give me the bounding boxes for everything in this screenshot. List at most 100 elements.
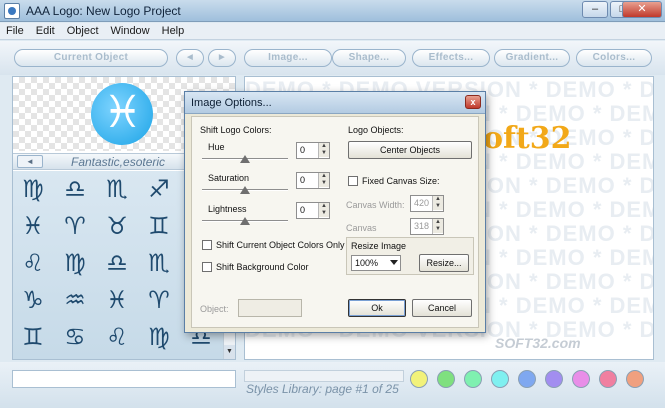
saturation-slider-thumb[interactable]: [240, 186, 250, 194]
color-swatch[interactable]: [437, 370, 455, 388]
colors-button[interactable]: Colors...: [576, 49, 652, 67]
library-symbol-icon[interactable]: ♎: [55, 171, 95, 207]
fixed-canvas-checkbox[interactable]: [348, 176, 358, 186]
fixed-canvas-label: Fixed Canvas Size:: [362, 176, 440, 186]
lightness-spinner[interactable]: 0 ▲ ▼: [296, 202, 330, 219]
color-swatch[interactable]: [626, 370, 644, 388]
lightness-slider-thumb[interactable]: [240, 217, 250, 225]
hue-spinner[interactable]: 0 ▲ ▼: [296, 142, 330, 159]
color-swatch[interactable]: [491, 370, 509, 388]
menu-window[interactable]: Window: [105, 23, 156, 40]
color-swatch[interactable]: [464, 370, 482, 388]
spin-down-icon: ▼: [433, 226, 443, 233]
next-object-button[interactable]: ►: [208, 49, 236, 67]
library-symbol-icon[interactable]: ♊: [13, 319, 53, 355]
resize-button[interactable]: Resize...: [419, 254, 469, 272]
prev-object-button[interactable]: ◄: [176, 49, 204, 67]
spin-down-icon[interactable]: ▼: [319, 150, 329, 157]
spin-up-icon[interactable]: ▲: [319, 203, 329, 210]
library-symbol-icon[interactable]: ♌: [97, 319, 137, 355]
library-symbol-icon[interactable]: ♈: [55, 208, 95, 244]
library-symbol-icon[interactable]: ♉: [97, 208, 137, 244]
library-symbol-icon[interactable]: ♐: [139, 171, 179, 207]
title-bar: AAA Logo: New Logo Project – □ ✕: [0, 0, 665, 22]
logo-text[interactable]: oft32: [483, 121, 572, 156]
library-prev-button[interactable]: ◄: [17, 155, 43, 168]
toolbar: Current Object ◄ ► Image... Shape... Eff…: [0, 41, 665, 75]
library-symbol-icon[interactable]: ♓: [97, 282, 137, 318]
menu-help[interactable]: Help: [156, 23, 191, 40]
library-symbol-icon[interactable]: ♍: [55, 245, 95, 281]
spin-up-icon[interactable]: ▲: [319, 173, 329, 180]
spin-up-icon: ▲: [433, 196, 443, 203]
center-objects-button[interactable]: Center Objects: [348, 141, 472, 159]
saturation-value[interactable]: 0: [300, 175, 305, 185]
image-options-dialog: Image Options... x Shift Logo Colors: Hu…: [184, 91, 486, 333]
color-swatch[interactable]: [572, 370, 590, 388]
object-field: [238, 299, 302, 317]
library-symbol-icon[interactable]: ♒: [55, 282, 95, 318]
library-symbol-icon[interactable]: ♓: [13, 208, 53, 244]
library-symbol-icon[interactable]: ♈: [139, 282, 179, 318]
library-symbol-icon[interactable]: ♏: [139, 245, 179, 281]
ok-button[interactable]: Ok: [348, 299, 406, 317]
spin-down-icon[interactable]: ▼: [319, 180, 329, 187]
color-swatch[interactable]: [599, 370, 617, 388]
shift-current-only-label: Shift Current Object Colors Only: [216, 240, 345, 250]
lightness-label: Lightness: [208, 204, 247, 214]
resize-percent-value: 100%: [355, 258, 379, 268]
spin-down-icon[interactable]: ▼: [319, 210, 329, 217]
canvas-hscrollbar[interactable]: [244, 370, 404, 382]
shape-button[interactable]: Shape...: [332, 49, 406, 67]
effects-button[interactable]: Effects...: [412, 49, 490, 67]
shift-current-only-checkbox[interactable]: [202, 240, 212, 250]
object-label: Object:: [200, 304, 229, 314]
gradient-button[interactable]: Gradient...: [494, 49, 570, 67]
close-button[interactable]: ✕: [622, 1, 662, 18]
canvas-height-label: Canvas: [346, 223, 377, 233]
scroll-down-button[interactable]: ▼: [224, 345, 235, 359]
lightness-slider[interactable]: [202, 216, 288, 228]
library-name: Fantastic,esoteric: [71, 155, 166, 169]
color-swatch[interactable]: [410, 370, 428, 388]
library-symbol-icon[interactable]: ♋: [55, 319, 95, 355]
library-symbol-icon[interactable]: ♎: [97, 245, 137, 281]
menu-bar: File Edit Object Window Help: [0, 23, 665, 40]
resize-percent-select[interactable]: 100%: [351, 255, 401, 271]
dialog-close-button[interactable]: x: [465, 95, 481, 109]
saturation-slider[interactable]: [202, 185, 288, 197]
spin-up-icon[interactable]: ▲: [319, 143, 329, 150]
library-symbol-icon[interactable]: ♊: [139, 208, 179, 244]
status-bar: Styles Library: page #1 of 25: [0, 362, 665, 408]
canvas-height-spinner: 318 ▲ ▼: [410, 218, 444, 235]
spin-up-icon: ▲: [433, 219, 443, 226]
library-symbol-icon[interactable]: ♍: [13, 171, 53, 207]
object-text-input[interactable]: [12, 370, 236, 388]
hue-slider[interactable]: [202, 154, 288, 166]
hue-slider-thumb[interactable]: [240, 155, 250, 163]
color-swatch[interactable]: [518, 370, 536, 388]
minimize-button[interactable]: –: [582, 1, 608, 18]
library-symbol-icon[interactable]: ♌: [13, 245, 53, 281]
hue-value[interactable]: 0: [300, 145, 305, 155]
shift-background-checkbox[interactable]: [202, 262, 212, 272]
canvas-width-spinner: 420 ▲ ▼: [410, 195, 444, 212]
current-object-button[interactable]: Current Object: [14, 49, 168, 67]
canvas-width-label: Canvas Width:: [346, 200, 405, 210]
color-swatch[interactable]: [545, 370, 563, 388]
menu-edit[interactable]: Edit: [30, 23, 61, 40]
menu-object[interactable]: Object: [61, 23, 105, 40]
cancel-button[interactable]: Cancel: [412, 299, 472, 317]
pisces-logo-icon: [91, 83, 153, 145]
dialog-title: Image Options...: [191, 97, 272, 109]
chevron-down-icon[interactable]: [390, 260, 398, 265]
dialog-body: Shift Logo Colors: Hue 0 ▲ ▼ Saturation 0…: [191, 116, 479, 328]
library-symbol-icon[interactable]: ♍: [139, 319, 179, 355]
library-symbol-icon[interactable]: ♏: [97, 171, 137, 207]
lightness-value[interactable]: 0: [300, 205, 305, 215]
menu-file[interactable]: File: [0, 23, 30, 40]
library-symbol-icon[interactable]: ♑: [13, 282, 53, 318]
saturation-spinner[interactable]: 0 ▲ ▼: [296, 172, 330, 189]
image-button[interactable]: Image...: [244, 49, 332, 67]
dialog-title-bar: Image Options... x: [185, 92, 485, 114]
